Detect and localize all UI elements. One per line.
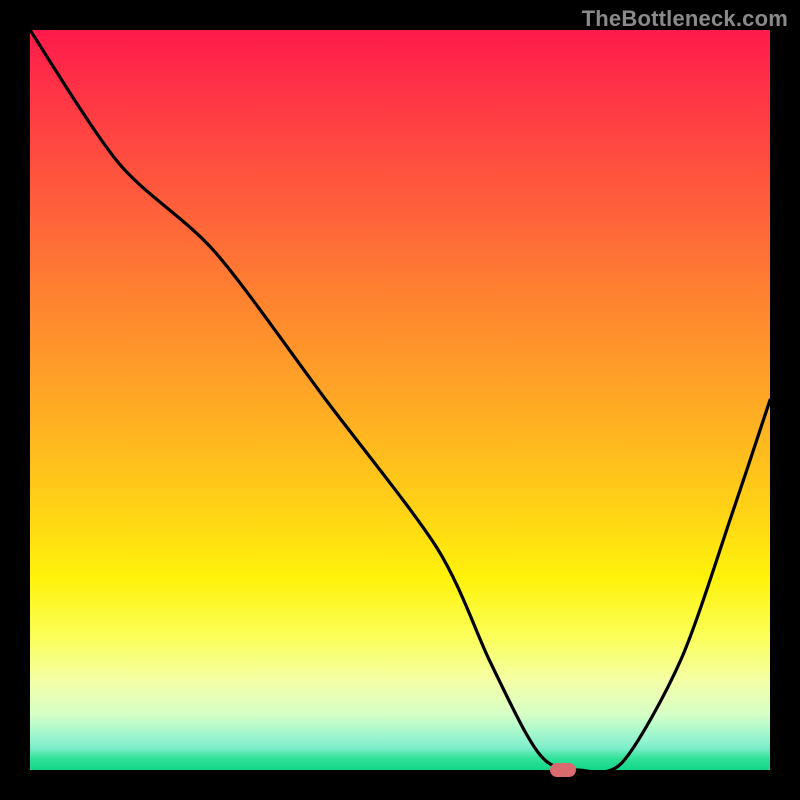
plot-area (30, 30, 770, 770)
chart-frame: TheBottleneck.com (0, 0, 800, 800)
attribution-text: TheBottleneck.com (582, 6, 788, 32)
optimal-marker (550, 763, 576, 777)
bottleneck-curve (30, 30, 770, 770)
